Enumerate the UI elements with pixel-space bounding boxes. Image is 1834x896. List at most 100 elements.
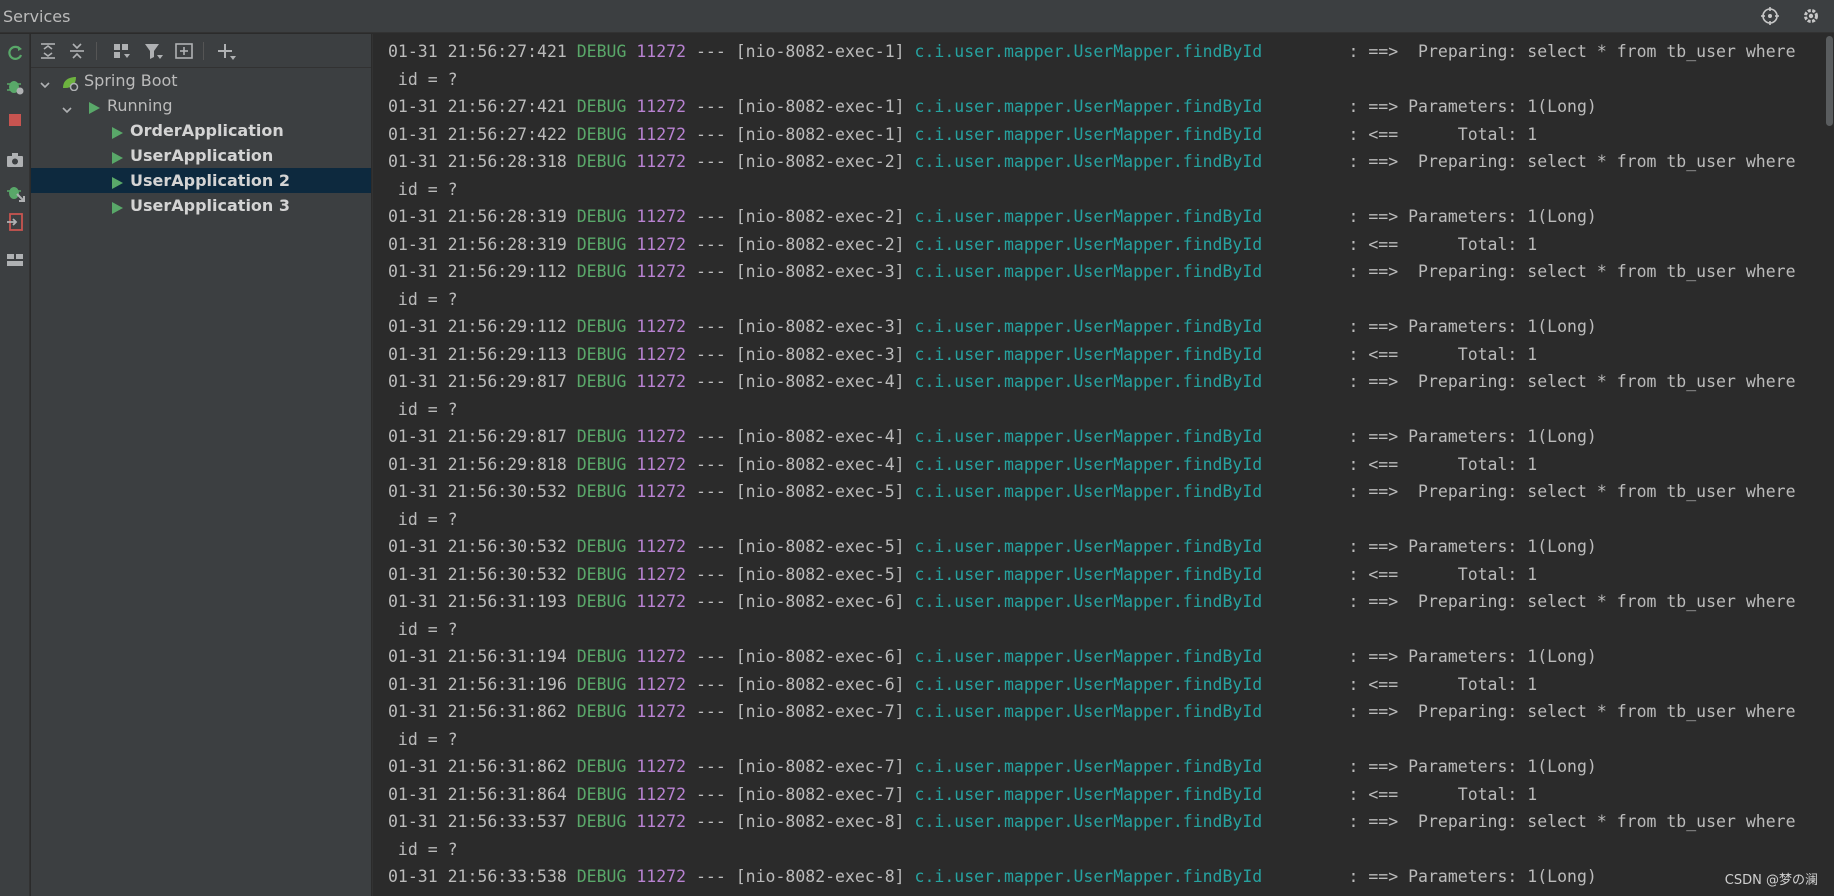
log-logger: c.i.user.mapper.UserMapper.findById [914, 757, 1263, 776]
log-line: 01-31 21:56:31:193 DEBUG 11272 --- [nio-… [388, 588, 1796, 615]
collapse-all-icon[interactable] [66, 40, 88, 62]
log-pid: 11272 [636, 784, 687, 804]
log-level: DEBUG [576, 427, 627, 446]
target-icon[interactable] [1760, 6, 1780, 26]
log-message: : <== Total: 1 [1348, 784, 1538, 804]
log-separator: --- [695, 702, 726, 721]
log-message: : <== Total: 1 [1348, 674, 1538, 694]
tree-node-user-application-3[interactable]: UserApplication 3 [31, 193, 371, 218]
layout-icon[interactable] [5, 250, 25, 270]
log-level: DEBUG [576, 592, 627, 611]
tree-node-user-application[interactable]: UserApplication [31, 143, 371, 168]
log-separator: --- [695, 234, 726, 254]
spring-boot-icon [61, 73, 79, 92]
log-line: 01-31 21:56:29:112 DEBUG 11272 --- [nio-… [388, 313, 1597, 340]
log-line: 01-31 21:56:30:532 DEBUG 11272 --- [nio-… [388, 561, 1537, 588]
log-line: 01-31 21:56:28:319 DEBUG 11272 --- [nio-… [388, 231, 1537, 258]
log-thread: [nio-8082-exec-5] [735, 537, 905, 556]
chevron-down-icon[interactable] [38, 74, 52, 89]
log-thread: [nio-8082-exec-3] [735, 317, 905, 336]
log-pid: 11272 [636, 234, 687, 254]
log-timestamp: 01-31 21:56:28:319 [388, 234, 567, 254]
log-logger: c.i.user.mapper.UserMapper.findById [914, 564, 1263, 584]
debug-attach-icon[interactable] [5, 182, 25, 202]
log-logger: c.i.user.mapper.UserMapper.findById [914, 234, 1263, 254]
services-titlebar: Services [0, 0, 1834, 33]
log-timestamp: 01-31 21:56:27:421 [388, 42, 567, 61]
log-line: 01-31 21:56:27:421 DEBUG 11272 --- [nio-… [388, 38, 1796, 65]
group-by-icon[interactable] [111, 40, 133, 62]
log-pid: 11272 [636, 372, 687, 391]
log-message: : ==> Preparing: select * from tb_user w… [1348, 262, 1796, 281]
console-scrollbar[interactable] [1824, 34, 1834, 896]
toolbar-divider [203, 42, 204, 60]
tree-node-spring-boot[interactable]: Spring Boot [31, 68, 371, 93]
log-thread: [nio-8082-exec-8] [735, 867, 905, 886]
tree-node-running[interactable]: Running [31, 93, 371, 118]
log-level: DEBUG [576, 674, 627, 694]
log-separator: --- [695, 344, 726, 364]
log-timestamp: 01-31 21:56:27:421 [388, 97, 567, 116]
log-level: DEBUG [576, 372, 627, 391]
scrollbar-thumb[interactable] [1826, 36, 1833, 126]
log-line: 01-31 21:56:31:196 DEBUG 11272 --- [nio-… [388, 671, 1537, 698]
tree-node-label: Running [107, 96, 173, 115]
log-separator: --- [695, 97, 726, 116]
log-thread: [nio-8082-exec-1] [735, 124, 905, 144]
tree-node-user-application-2[interactable]: UserApplication 2 [31, 168, 371, 193]
new-tab-icon[interactable] [173, 40, 195, 62]
log-pid: 11272 [636, 454, 687, 474]
log-line: 01-31 21:56:28:319 DEBUG 11272 --- [nio-… [388, 203, 1597, 230]
log-level: DEBUG [576, 757, 627, 776]
log-level: DEBUG [576, 262, 627, 281]
gear-icon[interactable] [1801, 6, 1821, 26]
log-line: 01-31 21:56:29:112 DEBUG 11272 --- [nio-… [388, 258, 1796, 285]
tree-node-order-application[interactable]: OrderApplication [31, 118, 371, 143]
log-separator: --- [695, 372, 726, 391]
log-thread: [nio-8082-exec-7] [735, 757, 905, 776]
log-line: 01-31 21:56:33:537 DEBUG 11272 --- [nio-… [388, 808, 1796, 835]
add-service-icon[interactable] [215, 40, 237, 62]
log-pid: 11272 [636, 207, 687, 226]
rerun-icon[interactable] [5, 43, 25, 63]
log-timestamp: 01-31 21:56:33:538 [388, 867, 567, 886]
log-line: 01-31 21:56:31:862 DEBUG 11272 --- [nio-… [388, 753, 1597, 780]
expand-all-icon[interactable] [37, 40, 59, 62]
log-message: : ==> Parameters: 1(Long) [1348, 97, 1597, 116]
log-timestamp: 01-31 21:56:30:532 [388, 482, 567, 501]
log-pid: 11272 [636, 427, 687, 446]
log-continuation-line: id = ? [388, 506, 458, 533]
log-separator: --- [695, 262, 726, 281]
log-continuation: id = ? [388, 399, 458, 419]
log-logger: c.i.user.mapper.UserMapper.findById [914, 317, 1263, 336]
log-message: : <== Total: 1 [1348, 124, 1538, 144]
log-logger: c.i.user.mapper.UserMapper.findById [914, 867, 1263, 886]
log-timestamp: 01-31 21:56:31:196 [388, 674, 567, 694]
log-thread: [nio-8082-exec-3] [735, 262, 905, 281]
console-output[interactable]: 01-31 21:56:27:421 DEBUG 11272 --- [nio-… [372, 34, 1824, 896]
run-icon [109, 198, 125, 214]
filter-icon[interactable] [142, 40, 164, 62]
log-timestamp: 01-31 21:56:30:532 [388, 564, 567, 584]
debug-bug-icon[interactable] [5, 76, 25, 96]
exit-icon[interactable] [5, 212, 25, 232]
log-continuation-line: id = ? [388, 286, 458, 313]
log-separator: --- [695, 757, 726, 776]
tree-node-label: OrderApplication [130, 121, 284, 140]
log-line: 01-31 21:56:31:194 DEBUG 11272 --- [nio-… [388, 643, 1597, 670]
log-logger: c.i.user.mapper.UserMapper.findById [914, 812, 1263, 831]
log-logger: c.i.user.mapper.UserMapper.findById [914, 97, 1263, 116]
log-thread: [nio-8082-exec-4] [735, 454, 905, 474]
log-thread: [nio-8082-exec-6] [735, 592, 905, 611]
camera-icon[interactable] [5, 150, 25, 170]
log-level: DEBUG [576, 152, 627, 171]
chevron-down-icon[interactable] [60, 99, 74, 114]
log-level: DEBUG [576, 97, 627, 116]
log-message: : ==> Parameters: 1(Long) [1348, 867, 1597, 886]
log-thread: [nio-8082-exec-1] [735, 42, 905, 61]
stop-icon[interactable] [5, 110, 25, 130]
tree-node-label: UserApplication 2 [130, 171, 291, 190]
log-message: : ==> Parameters: 1(Long) [1348, 757, 1597, 776]
log-timestamp: 01-31 21:56:30:532 [388, 537, 567, 556]
log-timestamp: 01-31 21:56:31:194 [388, 647, 567, 666]
